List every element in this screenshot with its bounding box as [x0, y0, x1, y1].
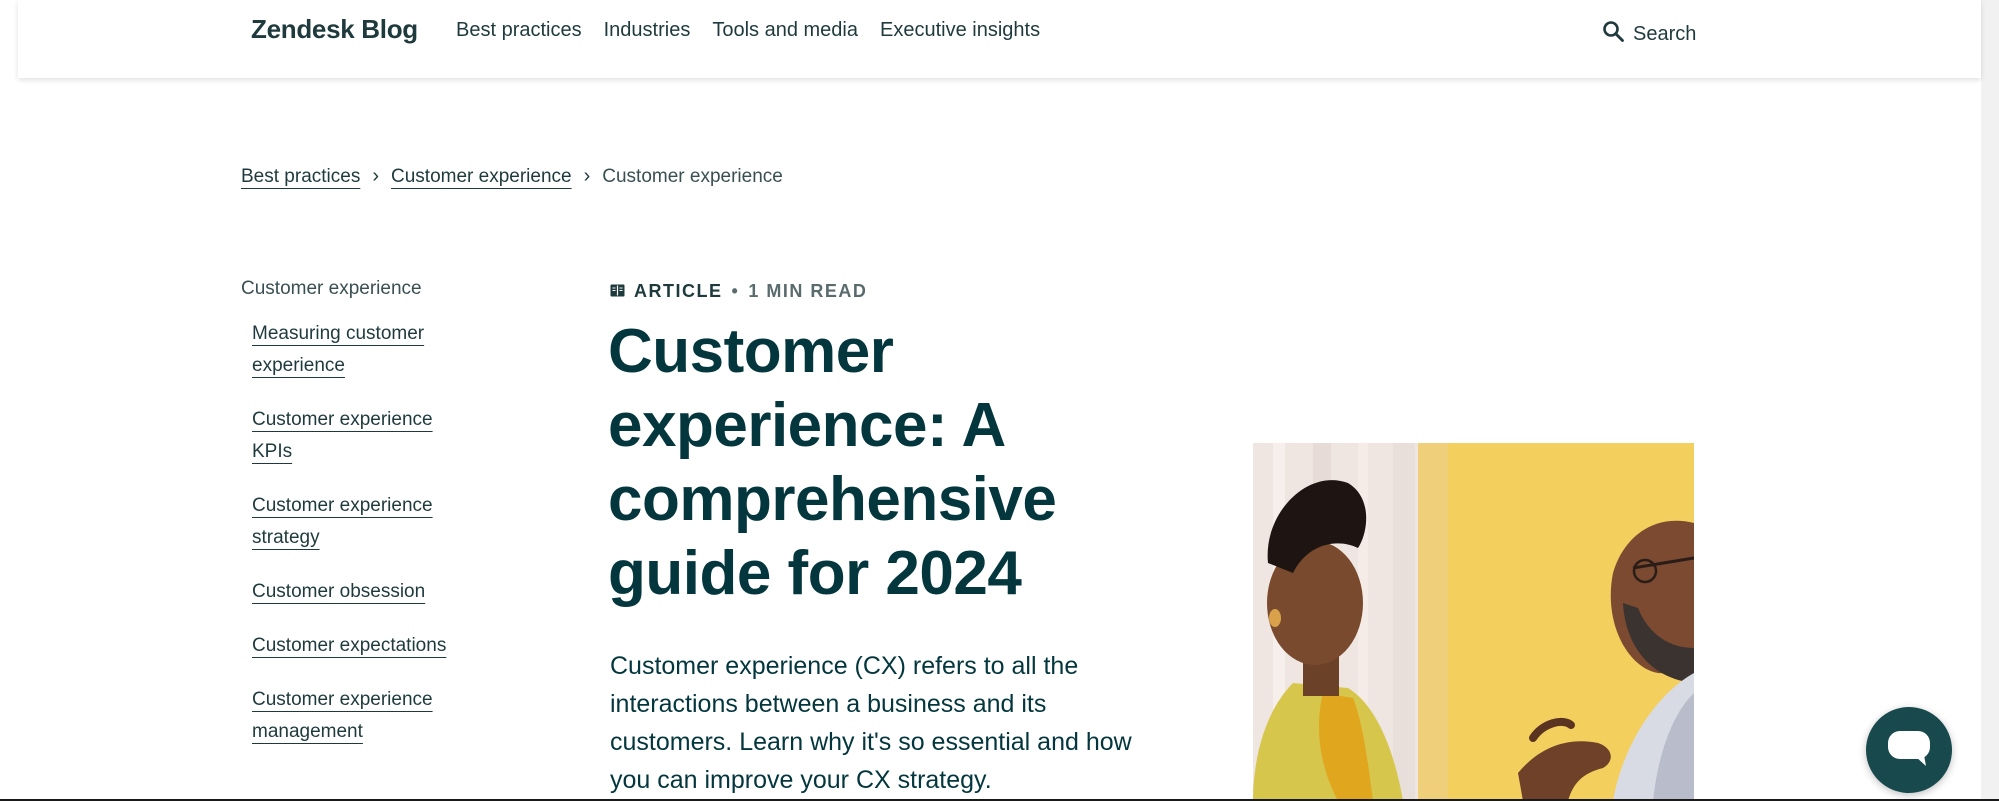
sidebar-item: Customer experience management — [252, 684, 452, 748]
article-lede: Customer experience (CX) refers to all t… — [610, 652, 1132, 794]
hero-image — [1253, 443, 1694, 801]
article-title: Customer experience: A comprehensive gui… — [608, 317, 1057, 608]
sidebar-link-customer-expectations[interactable]: Customer expectations — [252, 635, 446, 656]
sidebar-item: Customer experience strategy — [252, 490, 452, 554]
article-type: ARTICLE — [634, 281, 723, 301]
main-nav: Best practices Industries Tools and medi… — [456, 19, 1040, 42]
sidebar-item: Customer obsession — [252, 576, 452, 608]
sidebar-list: Measuring customer experience Customer e… — [241, 318, 471, 748]
search-button[interactable]: Search — [1601, 19, 1696, 49]
breadcrumb-customer-experience[interactable]: Customer experience — [391, 166, 572, 188]
breadcrumb-current: Customer experience — [602, 165, 783, 187]
sidebar-link-measuring-cx[interactable]: Measuring customer experience — [252, 323, 424, 376]
search-icon — [1601, 19, 1625, 49]
breadcrumb-separator: › — [372, 165, 379, 187]
nav-tools-and-media[interactable]: Tools and media — [712, 19, 858, 42]
breadcrumb-separator: › — [583, 165, 591, 187]
sidebar-link-cx-strategy[interactable]: Customer experience strategy — [252, 495, 433, 548]
nav-best-practices[interactable]: Best practices — [456, 19, 582, 42]
breadcrumb: Best practices › Customer experience › C… — [241, 165, 783, 188]
meta-separator: • — [731, 281, 740, 301]
sidebar-heading: Customer experience — [241, 278, 422, 299]
book-icon — [610, 281, 625, 302]
site-header: Zendesk Blog Best practices Industries T… — [18, 0, 1981, 78]
search-label: Search — [1633, 22, 1697, 45]
chat-bubble-icon — [1886, 728, 1932, 773]
sidebar-link-customer-obsession[interactable]: Customer obsession — [252, 581, 425, 602]
topic-sidebar: Customer experience Measuring customer e… — [241, 278, 471, 770]
nav-executive-insights[interactable]: Executive insights — [880, 19, 1040, 42]
nav-industries[interactable]: Industries — [604, 19, 691, 42]
read-time: 1 MIN READ — [748, 281, 868, 301]
sidebar-link-cx-kpis[interactable]: Customer experience KPIs — [252, 409, 433, 462]
chat-widget-button[interactable] — [1866, 707, 1952, 793]
page-scrollbar[interactable] — [1981, 0, 1999, 801]
sidebar-link-cx-management[interactable]: Customer experience management — [252, 689, 433, 742]
sidebar-item: Customer expectations — [252, 630, 452, 662]
breadcrumb-best-practices[interactable]: Best practices — [241, 166, 360, 188]
article-meta: ARTICLE • 1 MIN READ — [610, 281, 867, 302]
sidebar-item: Measuring customer experience — [252, 318, 452, 382]
brand-logo-link[interactable]: Zendesk Blog — [251, 14, 418, 45]
sidebar-item: Customer experience KPIs — [252, 404, 452, 468]
